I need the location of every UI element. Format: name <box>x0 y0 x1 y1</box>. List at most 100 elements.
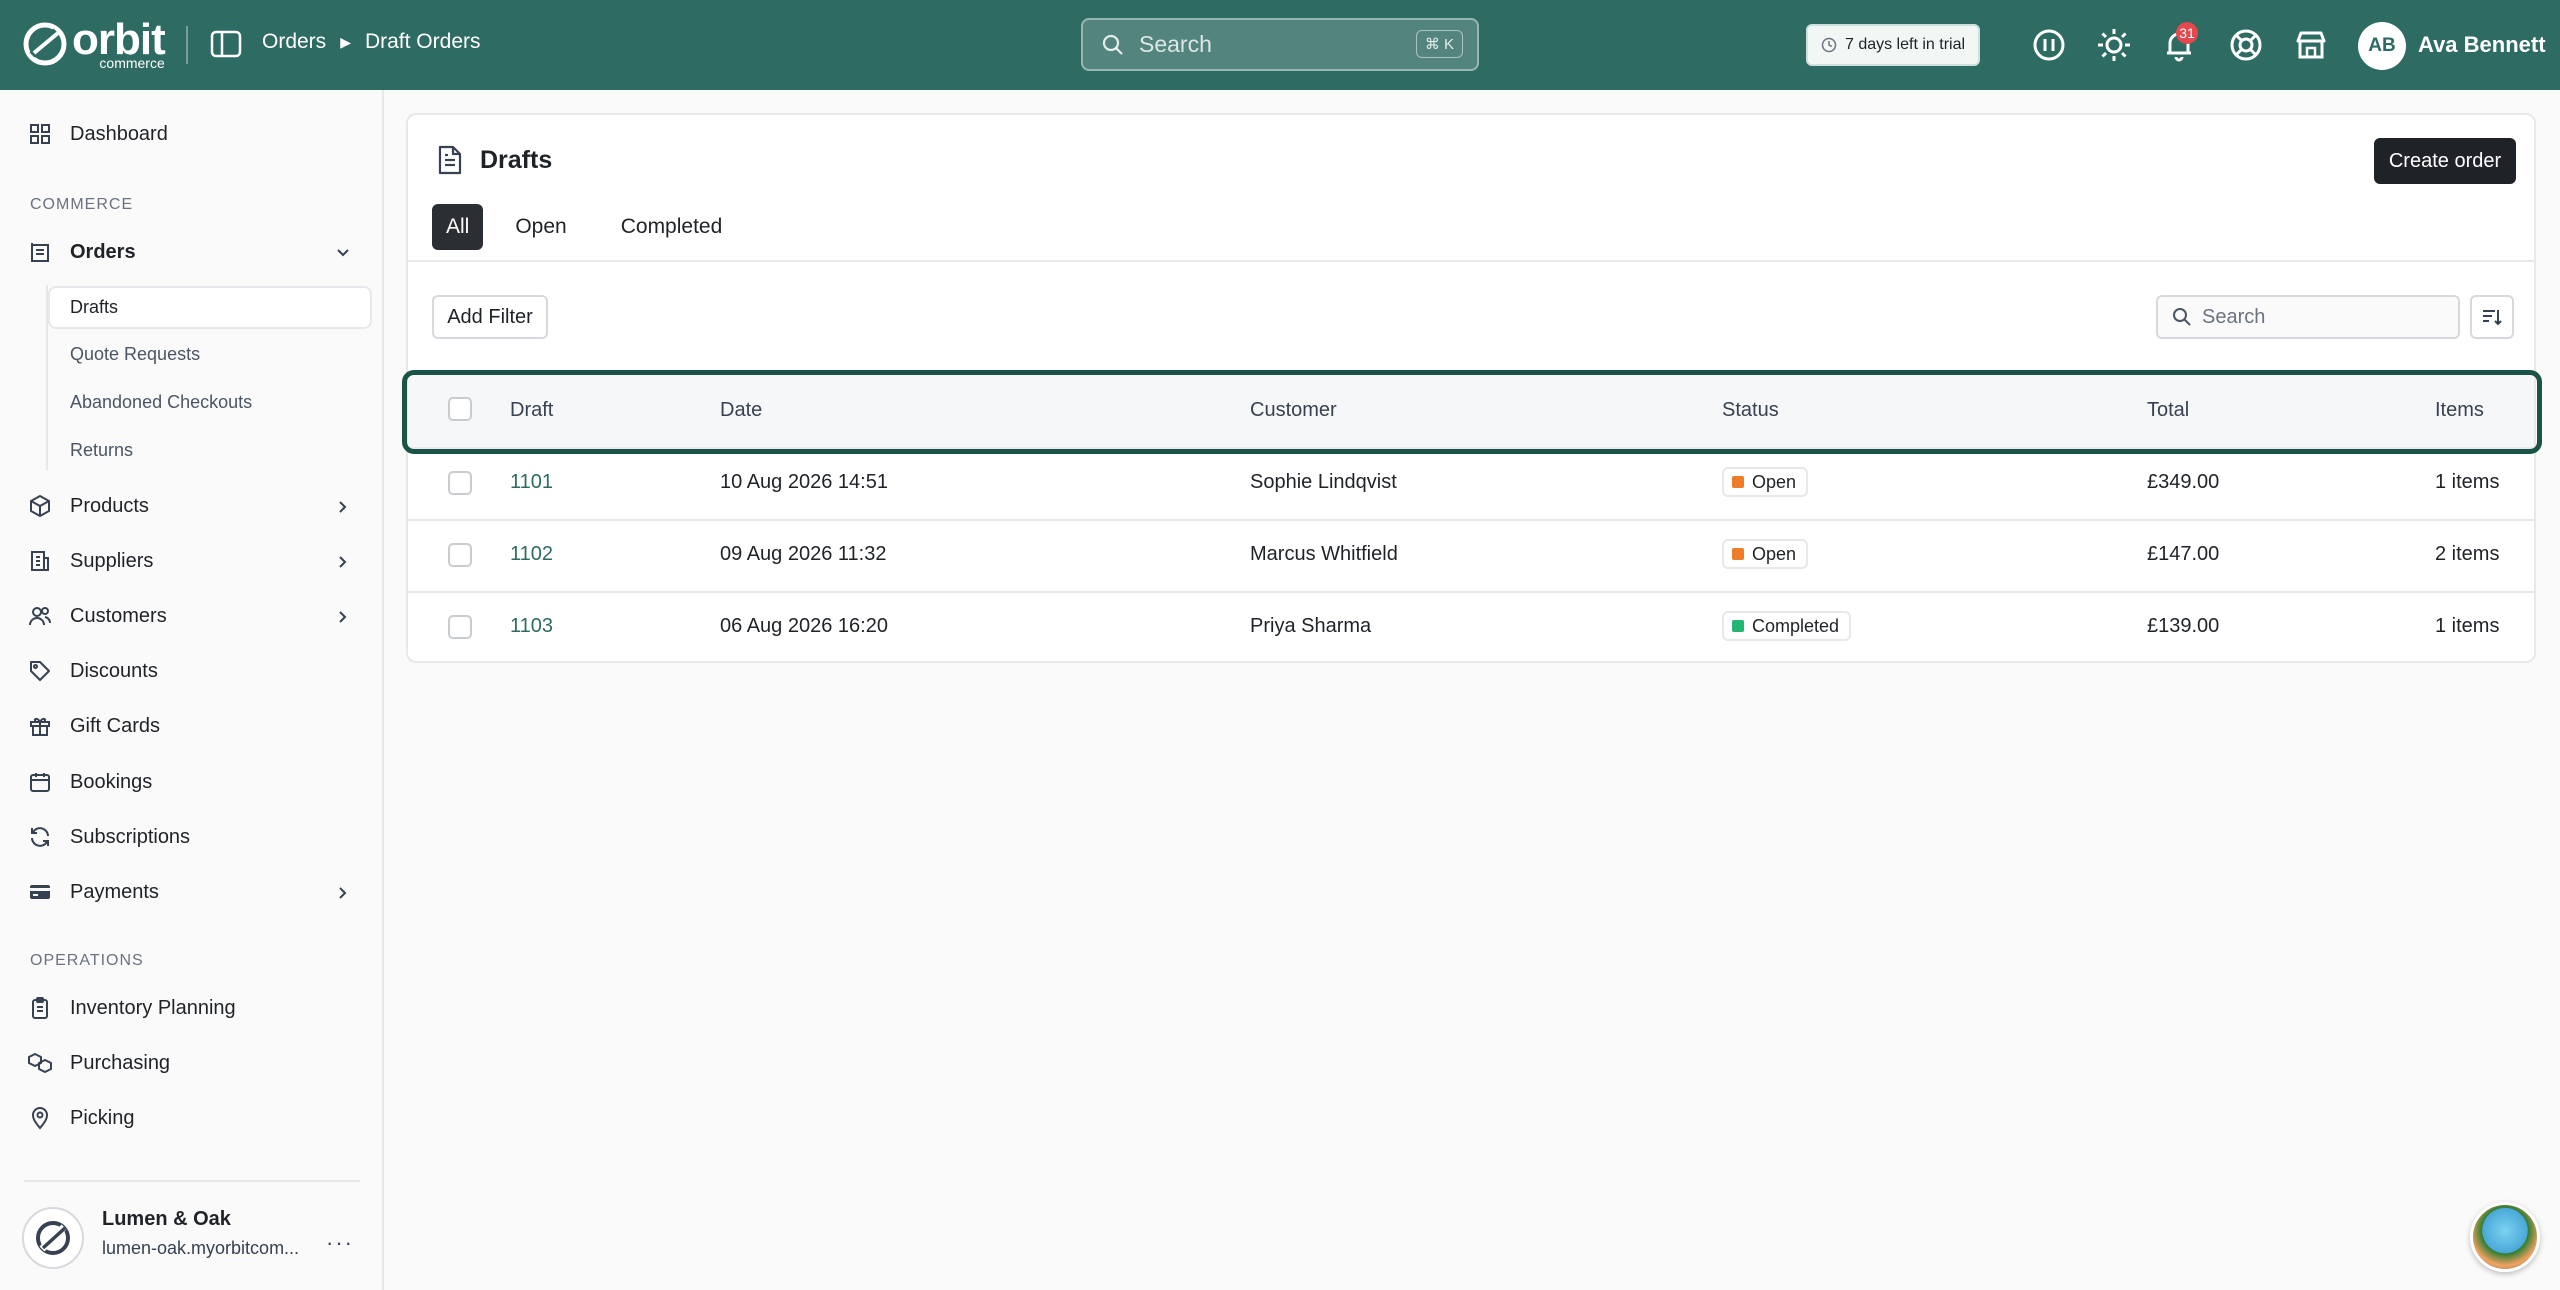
sort-button[interactable] <box>2470 295 2514 339</box>
breadcrumb-separator-icon: ▶ <box>340 33 351 50</box>
status-text: Open <box>1752 471 1797 492</box>
chevron-down-icon[interactable] <box>334 244 352 262</box>
trial-text: 7 days left in trial <box>1844 36 1966 53</box>
table-row[interactable]: 1103 06 Aug 2026 16:20 Priya Sharma Comp… <box>408 591 2534 663</box>
sidebar-item-dashboard[interactable]: Dashboard <box>28 122 168 146</box>
topbar-divider <box>186 26 188 64</box>
item-count: 1 items <box>2435 615 2500 637</box>
sidebar-item-purchasing[interactable]: Purchasing <box>28 1051 170 1075</box>
sidebar-subitem-abandoned-checkouts[interactable]: Abandoned Checkouts <box>70 392 252 413</box>
sidebar-item-orders[interactable]: Orders <box>28 240 136 264</box>
top-bar: orbit commerce Orders ▶ Draft Orders Sea… <box>0 0 2560 90</box>
card-divider <box>408 260 2534 262</box>
store-logo[interactable] <box>22 1207 84 1269</box>
chevron-right-icon[interactable] <box>334 608 352 626</box>
tab-all[interactable]: All <box>432 204 484 250</box>
sidebar-subitem-drafts[interactable]: Drafts <box>48 286 372 329</box>
draft-date: 09 Aug 2026 11:32 <box>720 543 887 565</box>
avatar[interactable]: AB <box>2358 22 2406 70</box>
table-row[interactable]: 1102 09 Aug 2026 11:32 Marcus Whitfield … <box>408 519 2534 591</box>
sidebar-item-label: Orders <box>70 240 136 263</box>
table-row[interactable]: 1101 10 Aug 2026 14:51 Sophie Lindqvist … <box>408 447 2534 519</box>
breadcrumb-draft-orders[interactable]: Draft Orders <box>365 30 481 54</box>
storefront-icon[interactable] <box>2292 26 2330 64</box>
sidebar-item-label: Dashboard <box>70 122 168 145</box>
row-checkbox[interactable] <box>448 471 472 495</box>
tab-completed[interactable]: Completed <box>599 204 745 250</box>
draft-number-link[interactable]: 1103 <box>510 615 553 638</box>
status-dot-open <box>1732 476 1744 488</box>
sidebar-item-label: Picking <box>70 1106 135 1129</box>
orbit-logo[interactable]: orbit commerce <box>22 18 166 70</box>
search-icon <box>1102 34 1123 55</box>
sidebar-item-suppliers[interactable]: Suppliers <box>28 549 153 573</box>
user-name[interactable]: Ava Bennett <box>2418 32 2546 58</box>
order-total: £349.00 <box>2147 471 2220 493</box>
header-highlight-outline <box>402 370 2542 454</box>
sidebar-item-payments[interactable]: Payments <box>28 880 159 904</box>
item-count: 2 items <box>2435 543 2500 565</box>
section-label-commerce: COMMERCE <box>30 196 134 213</box>
sidebar-subitem-quote-requests[interactable]: Quote Requests <box>70 344 200 365</box>
sidebar-item-label: Gift Cards <box>70 714 161 737</box>
row-checkbox[interactable] <box>448 543 472 567</box>
status-tabs: All Open Completed <box>432 204 744 250</box>
sidebar-toggle-icon[interactable] <box>210 30 242 58</box>
sidebar-item-label: Payments <box>70 880 159 903</box>
chevron-right-icon[interactable] <box>334 498 352 516</box>
order-total: £147.00 <box>2147 543 2220 565</box>
customer-name: Sophie Lindqvist <box>1250 471 1397 493</box>
item-count: 1 items <box>2435 471 2500 493</box>
sidebar-item-bookings[interactable]: Bookings <box>28 770 152 794</box>
sidebar-item-label: Inventory Planning <box>70 996 236 1019</box>
dashboard-icon <box>30 124 50 144</box>
gift-icon <box>30 718 50 736</box>
more-icon[interactable]: ··· <box>326 1230 354 1256</box>
sort-icon <box>2483 310 2502 326</box>
create-order-button[interactable]: Create order <box>2374 138 2516 184</box>
sidebar-item-inventory-planning[interactable]: Inventory Planning <box>28 996 236 1020</box>
orders-icon <box>31 243 49 262</box>
sidebar-item-products[interactable]: Products <box>28 494 149 518</box>
sidebar-divider <box>24 1180 360 1182</box>
box-icon <box>30 495 50 517</box>
assistant-launcher-button[interactable] <box>2470 1202 2540 1272</box>
chevron-right-icon[interactable] <box>334 553 352 571</box>
status-dot-open <box>1732 548 1744 560</box>
sidebar-item-customers[interactable]: Customers <box>28 604 167 628</box>
sidebar-item-gift-cards[interactable]: Gift Cards <box>28 714 160 738</box>
chevron-right-icon[interactable] <box>334 884 352 902</box>
sidebar: Dashboard COMMERCE Orders Drafts Quote R… <box>0 90 384 1290</box>
clock-icon <box>1821 37 1837 53</box>
trial-badge[interactable]: 7 days left in trial <box>1806 24 1980 66</box>
breadcrumb-orders[interactable]: Orders <box>262 30 326 54</box>
search-icon <box>2173 308 2191 326</box>
status-badge: Completed <box>1722 611 1852 641</box>
customer-name: Marcus Whitfield <box>1250 543 1398 565</box>
draft-number-link[interactable]: 1101 <box>510 471 553 494</box>
sidebar-item-subscriptions[interactable]: Subscriptions <box>28 825 190 849</box>
sidebar-subitem-returns[interactable]: Returns <box>70 440 133 461</box>
help-lifebuoy-icon[interactable] <box>2227 26 2265 64</box>
sun-icon[interactable] <box>2095 26 2133 64</box>
row-checkbox[interactable] <box>448 615 472 639</box>
store-url: lumen-oak.myorbitcom... <box>102 1238 300 1258</box>
building-icon <box>31 551 49 571</box>
sidebar-item-label: Suppliers <box>70 549 154 572</box>
customer-name: Priya Sharma <box>1250 615 1372 637</box>
status-text: Completed <box>1752 615 1840 636</box>
orbit-logo-icon <box>23 22 67 66</box>
status-badge: Open <box>1722 539 1809 569</box>
draft-date: 06 Aug 2026 16:20 <box>720 615 888 637</box>
draft-number-link[interactable]: 1102 <box>510 543 553 566</box>
tab-open[interactable]: Open <box>493 204 588 250</box>
calendar-icon <box>30 773 50 792</box>
pause-circle-icon[interactable] <box>2030 26 2068 64</box>
section-label-operations: OPERATIONS <box>30 952 144 969</box>
sidebar-item-discounts[interactable]: Discounts <box>28 659 158 683</box>
sidebar-item-label: Subscriptions <box>70 825 191 848</box>
table-search-input[interactable]: Search <box>2156 295 2460 339</box>
global-search[interactable]: Search ⌘ K <box>1081 18 1479 71</box>
sidebar-item-picking[interactable]: Picking <box>28 1106 134 1130</box>
add-filter-button[interactable]: Add Filter <box>432 295 548 339</box>
